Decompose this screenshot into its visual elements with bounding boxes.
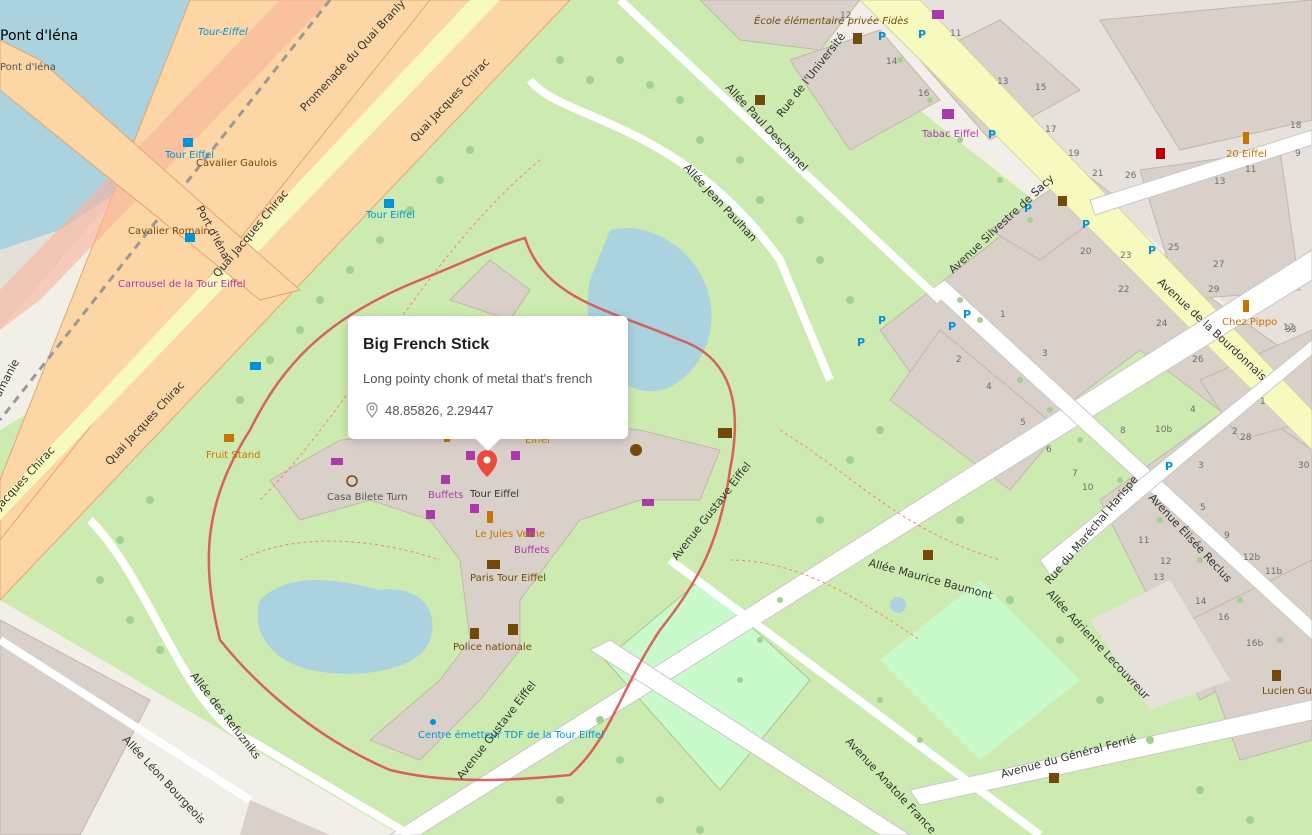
house-number: 8 bbox=[1120, 426, 1126, 436]
label-jules-verne: Le Jules Verne bbox=[475, 529, 545, 540]
house-number: 11b bbox=[1265, 567, 1282, 577]
house-number: 28 bbox=[1240, 433, 1252, 443]
house-number: 1 bbox=[1000, 310, 1006, 320]
house-number: 5 bbox=[1200, 503, 1206, 513]
svg-text:P: P bbox=[988, 128, 996, 141]
house-number: 12 bbox=[840, 11, 851, 21]
house-number: 26 bbox=[1192, 355, 1204, 365]
label-centre-emetteur: Centre émetteur TDF de la Tour Eiffel bbox=[418, 729, 604, 741]
label-pont-iena: Pont d'Iéna bbox=[0, 28, 78, 44]
house-number: 4 bbox=[1190, 405, 1196, 415]
location-popup[interactable]: Big French Stick Long pointy chonk of me… bbox=[348, 316, 628, 451]
house-number: 25 bbox=[1168, 243, 1179, 253]
house-number: 6 bbox=[1046, 445, 1052, 455]
label-buffets-2: Buffets bbox=[514, 545, 549, 556]
house-number: 17 bbox=[1045, 125, 1056, 135]
house-number: 9 bbox=[1295, 149, 1301, 159]
house-number: 7 bbox=[1072, 469, 1078, 479]
house-number: 16 bbox=[1218, 613, 1230, 623]
house-number: 4 bbox=[986, 382, 992, 392]
map-canvas[interactable]: PPPP PPPP PPP Pont d'Iéna Pont d'Iéna To… bbox=[0, 0, 1312, 835]
house-number: 23 bbox=[1120, 251, 1131, 261]
label-ecole: École élémentaire privée Fidès bbox=[754, 14, 909, 27]
svg-text:P: P bbox=[1082, 218, 1090, 231]
label-paris-tour: Paris Tour Eiffel bbox=[470, 573, 546, 584]
house-number: 26 bbox=[1125, 171, 1137, 181]
popup-coordinates-row: 48.85826, 2.29447 bbox=[363, 401, 613, 419]
house-number: 15 bbox=[1035, 83, 1046, 93]
label-carrousel: Carrousel de la Tour Eiffel bbox=[118, 279, 246, 290]
house-number: 9 bbox=[1224, 531, 1230, 541]
house-number: 10 bbox=[1082, 483, 1094, 493]
label-pont-iena-small: Pont d'Iéna bbox=[0, 61, 56, 73]
pond bbox=[890, 597, 906, 613]
house-number: 16b bbox=[1246, 639, 1263, 649]
house-number: 21 bbox=[1092, 169, 1103, 179]
house-number: 13 bbox=[1214, 177, 1225, 187]
label-tour-eiffel-center: Tour Eiffel bbox=[469, 489, 519, 500]
house-number: 2 bbox=[956, 355, 962, 365]
house-number: 19 bbox=[1068, 149, 1080, 159]
label-chez-pippo: Chez Pippo bbox=[1222, 317, 1277, 328]
svg-text:P: P bbox=[963, 308, 971, 321]
house-number: 20 bbox=[1080, 247, 1092, 257]
house-number: 12 bbox=[1283, 323, 1294, 333]
svg-text:P: P bbox=[1165, 460, 1173, 473]
house-number: 14 bbox=[886, 57, 898, 67]
house-number: 3 bbox=[1042, 349, 1048, 359]
label-20-eiffel: 20 Eiffel bbox=[1226, 149, 1267, 160]
label-police: Police nationale bbox=[453, 642, 532, 653]
house-number: 13 bbox=[1153, 573, 1164, 583]
label-bus-tour-eiffel-2: Tour Eiffel bbox=[365, 210, 415, 221]
label-cavalier-romain: Cavalier Romain bbox=[128, 226, 210, 237]
popup-title: Big French Stick bbox=[363, 336, 490, 353]
label-buffets-1: Buffets bbox=[428, 490, 463, 501]
house-number: 12b bbox=[1243, 553, 1260, 563]
house-number: 3 bbox=[1198, 461, 1204, 471]
house-number: 30 bbox=[1298, 461, 1310, 471]
label-fruit-stand: Fruit Stand bbox=[206, 450, 260, 461]
house-number: 11 bbox=[1245, 165, 1256, 175]
house-number: 5 bbox=[1020, 418, 1026, 428]
label-lucien-guitry: Lucien Guitry bbox=[1262, 686, 1312, 697]
svg-text:P: P bbox=[918, 28, 926, 41]
house-number: 12 bbox=[1160, 557, 1171, 567]
svg-text:P: P bbox=[878, 314, 886, 327]
house-number: 2 bbox=[1232, 427, 1238, 437]
svg-text:P: P bbox=[857, 336, 865, 349]
svg-text:P: P bbox=[948, 320, 956, 333]
label-casa-bilete: Casa Bilete Turn bbox=[327, 492, 408, 503]
house-number: 27 bbox=[1213, 260, 1224, 270]
svg-text:P: P bbox=[878, 30, 886, 43]
label-tabac: Tabac Eiffel bbox=[921, 129, 979, 140]
house-number: 24 bbox=[1156, 319, 1168, 329]
house-number: 29 bbox=[1208, 285, 1220, 295]
house-number: 10b bbox=[1155, 425, 1172, 435]
location-pin-icon bbox=[363, 401, 381, 419]
marker-dot bbox=[483, 456, 491, 464]
svg-text:P: P bbox=[1148, 244, 1156, 257]
house-number: 11 bbox=[950, 29, 961, 39]
house-number: 1 bbox=[1260, 397, 1266, 407]
house-number: 18 bbox=[1290, 121, 1302, 131]
popup-coordinates: 48.85826, 2.29447 bbox=[385, 402, 494, 418]
house-number: 11 bbox=[1138, 536, 1149, 546]
label-cavalier-gaulois: Cavalier Gaulois bbox=[196, 158, 277, 169]
house-number: 16 bbox=[918, 89, 930, 99]
house-number: 14 bbox=[1195, 597, 1207, 607]
house-number: 22 bbox=[1118, 285, 1129, 295]
label-tour-eiffel-port: Tour-Eiffel bbox=[198, 27, 248, 38]
house-number: 13 bbox=[997, 77, 1008, 87]
popup-description: Long pointy chonk of metal that's french bbox=[363, 371, 593, 386]
